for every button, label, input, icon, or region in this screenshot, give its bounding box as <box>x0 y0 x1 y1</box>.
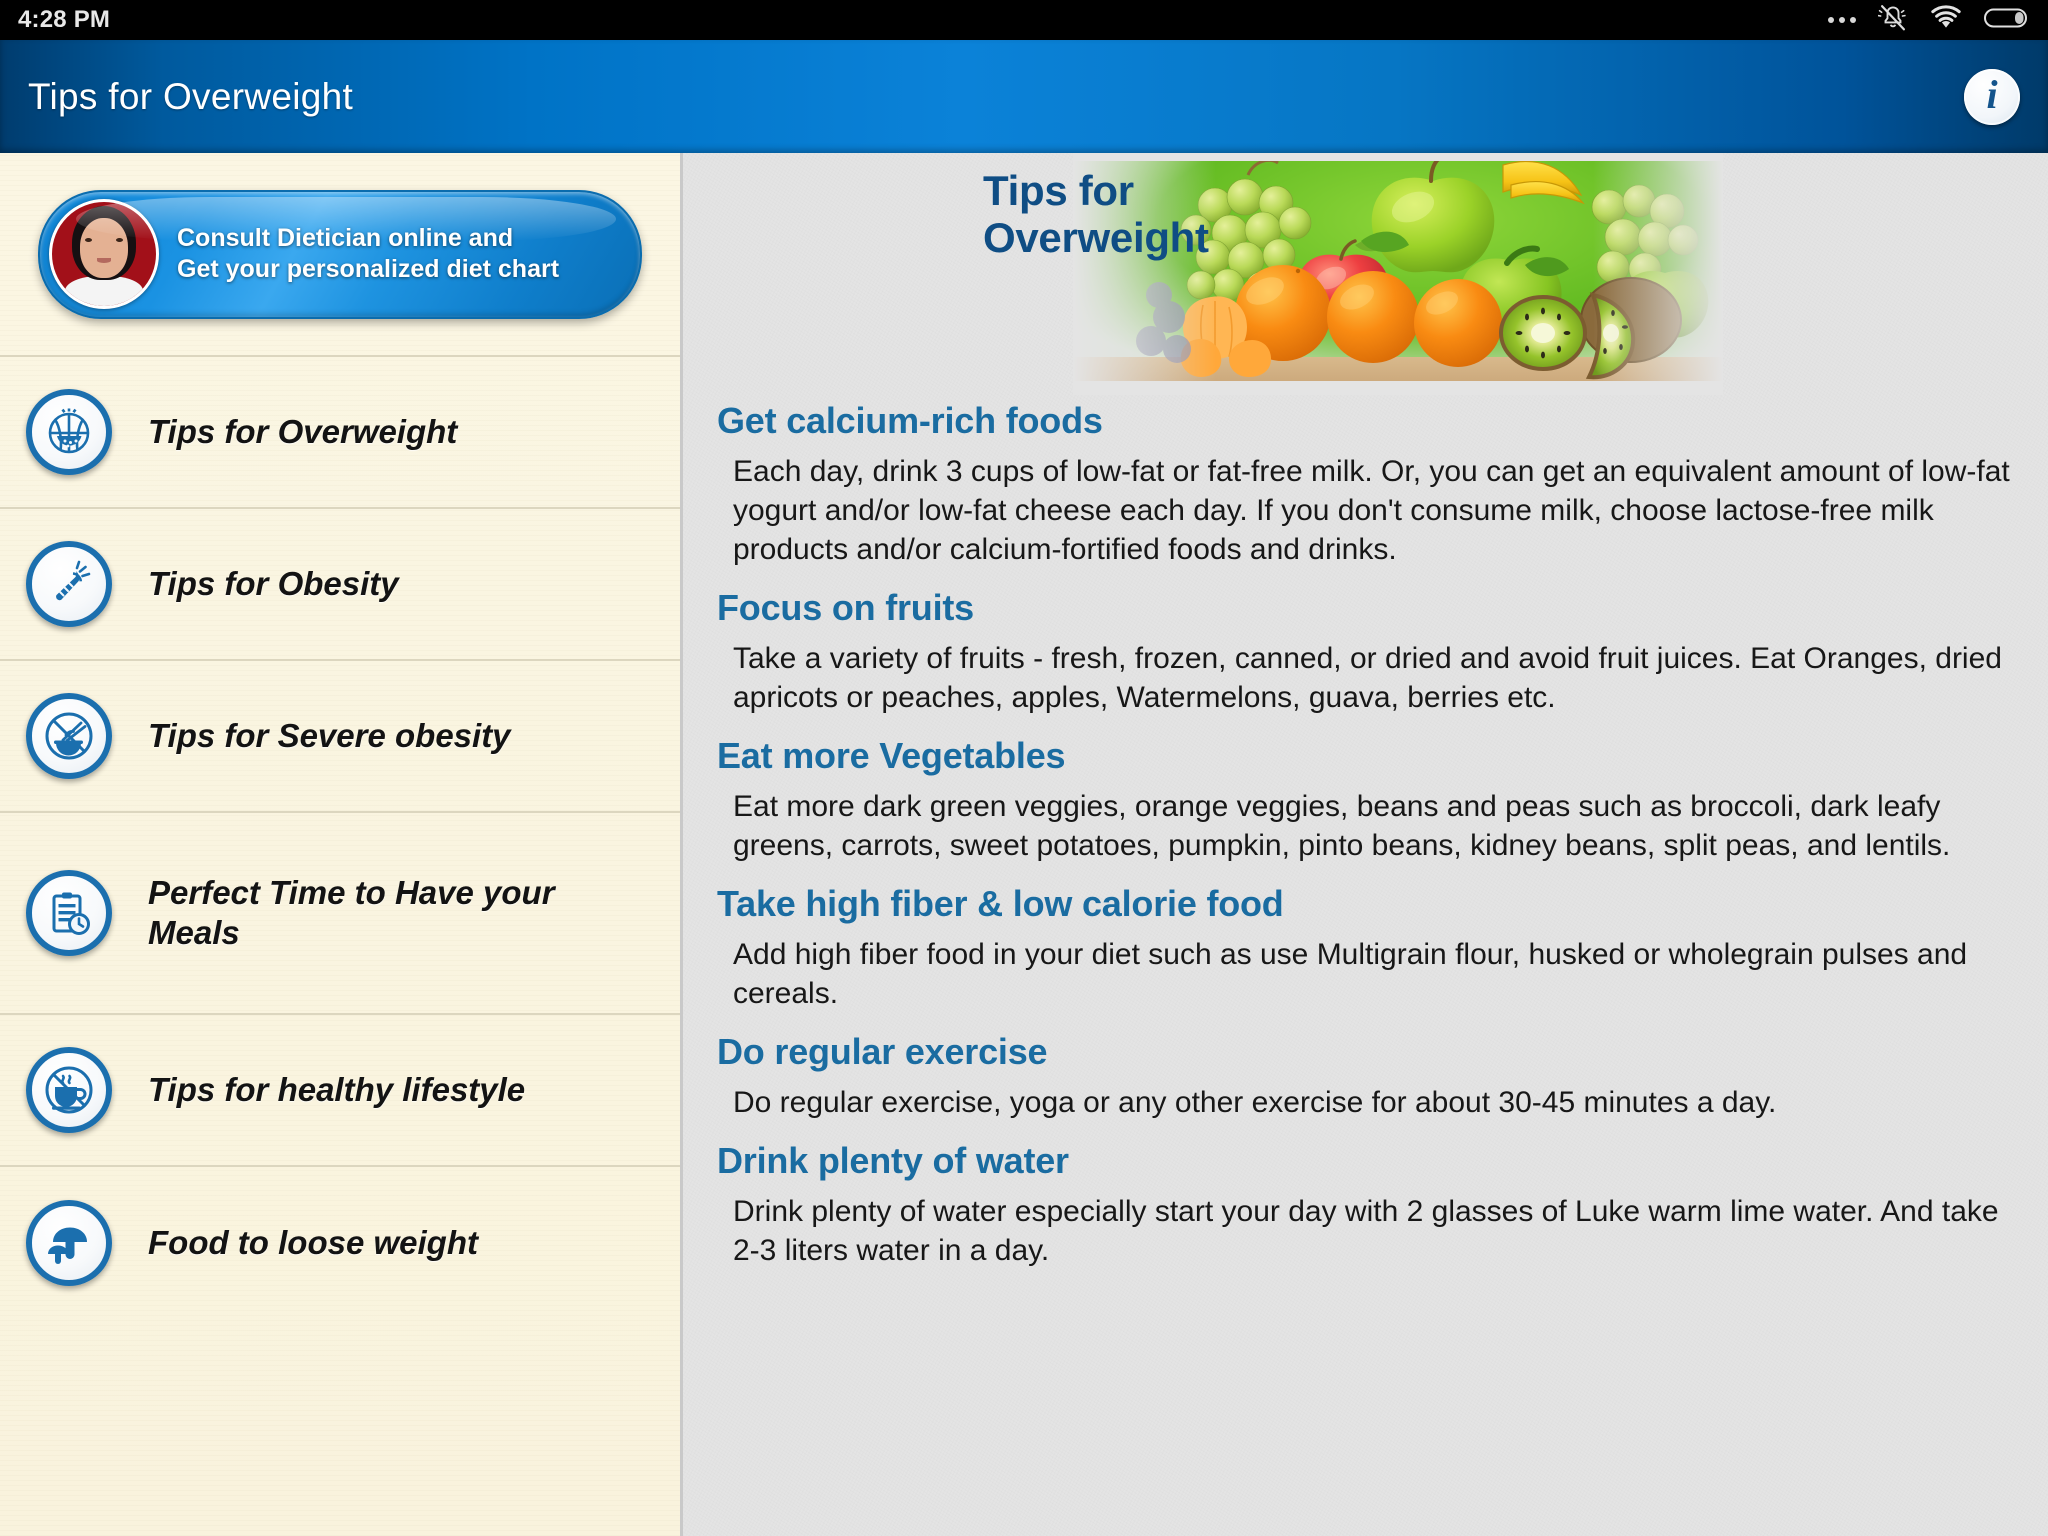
sidebar-item-label: Tips for healthy lifestyle <box>148 1070 526 1108</box>
consult-banner-wrap: Consult Dietician online and Get your pe… <box>0 153 680 357</box>
dietician-photo <box>49 199 159 309</box>
sidebar-item-label: Tips for Severe obesity <box>148 716 511 754</box>
app-bar: Tips for Overweight i <box>0 40 2048 153</box>
hero-title: Tips for Overweight <box>983 167 1209 262</box>
section-heading: Eat more Vegetables <box>717 735 1066 776</box>
section-body: Drink plenty of water especially start y… <box>733 1195 1999 1267</box>
main-content: Tips for Overweight Get calcium-rich foo… <box>680 153 2048 1536</box>
sidebar-item-label: Tips for Obesity <box>148 564 399 602</box>
sidebar-item-tips-for-severe-obesity[interactable]: Tips for Severe obesity <box>0 661 680 813</box>
vibrate-off-icon <box>1877 3 1908 38</box>
section-heading: Get calcium-rich foods <box>717 400 1103 441</box>
status-bar: 4:28 PM <box>0 0 2048 40</box>
sidebar-item-label: Tips for Overweight <box>148 412 458 450</box>
no-noodles-icon <box>26 693 112 779</box>
sidebar-item-tips-for-healthy-lifestyle[interactable]: Tips for healthy lifestyle <box>0 1015 680 1167</box>
section-body: Each day, drink 3 cups of low-fat or fat… <box>733 455 2010 566</box>
section-body: Do regular exercise, yoga or any other e… <box>733 1086 1777 1119</box>
status-icons <box>1828 3 2030 38</box>
sidebar-item-tips-for-obesity[interactable]: Tips for Obesity <box>0 509 680 661</box>
section-body: Take a variety of fruits - fresh, frozen… <box>733 642 2002 714</box>
section-body: Add high fiber food in your diet such as… <box>733 938 1968 1010</box>
watermelon-icon <box>26 389 112 475</box>
consult-banner-text: Consult Dietician online and Get your pe… <box>177 223 559 286</box>
section-heading: Take high fiber & low calorie food <box>717 883 1284 924</box>
sidebar-item-label: Perfect Time to Have your Meals <box>148 873 555 951</box>
app-root: 4:28 PM Tips for Overweight i Consult Di… <box>0 0 2048 1536</box>
sidebar-nav-list: Tips for Overweight Tips for Obesity Tip… <box>0 357 680 1319</box>
clipboard-clock-icon <box>26 870 112 956</box>
sidebar-item-perfect-time-to-have-your-meals[interactable]: Perfect Time to Have your Meals <box>0 813 680 1015</box>
section-body: Eat more dark green veggies, orange vegg… <box>733 790 1951 862</box>
consult-banner-line2: Get your personalized diet chart <box>177 255 560 283</box>
info-icon[interactable]: i <box>1964 68 2020 125</box>
hero-banner: Tips for Overweight <box>683 153 2048 398</box>
tips-sections: Get calcium-rich foods Each day, drink 3… <box>683 400 2048 1270</box>
info-icon-glyph: i <box>1986 72 1998 117</box>
sidebar: Consult Dietician online and Get your pe… <box>0 153 680 1536</box>
sidebar-item-food-to-loose-weight[interactable]: Food to loose weight <box>0 1167 680 1319</box>
sidebar-item-label: Food to loose weight <box>148 1223 478 1261</box>
consult-banner-line1: Consult Dietician online and <box>177 223 514 252</box>
carrot-icon <box>26 541 112 627</box>
section-heading: Drink plenty of water <box>717 1140 1069 1181</box>
no-coffee-icon <box>26 1047 112 1133</box>
wifi-icon <box>1930 4 1962 36</box>
section-heading: Focus on fruits <box>717 587 974 628</box>
page-title: Tips for Overweight <box>28 75 354 117</box>
consult-dietician-banner[interactable]: Consult Dietician online and Get your pe… <box>38 189 642 319</box>
status-clock: 4:28 PM <box>18 6 111 33</box>
sidebar-item-tips-for-overweight[interactable]: Tips for Overweight <box>0 357 680 509</box>
battery-icon <box>1984 6 2030 35</box>
section-heading: Do regular exercise <box>717 1031 1048 1072</box>
more-dots-icon <box>1828 17 1856 23</box>
mushroom-icon <box>26 1200 112 1286</box>
content-area: Consult Dietician online and Get your pe… <box>0 153 2048 1536</box>
